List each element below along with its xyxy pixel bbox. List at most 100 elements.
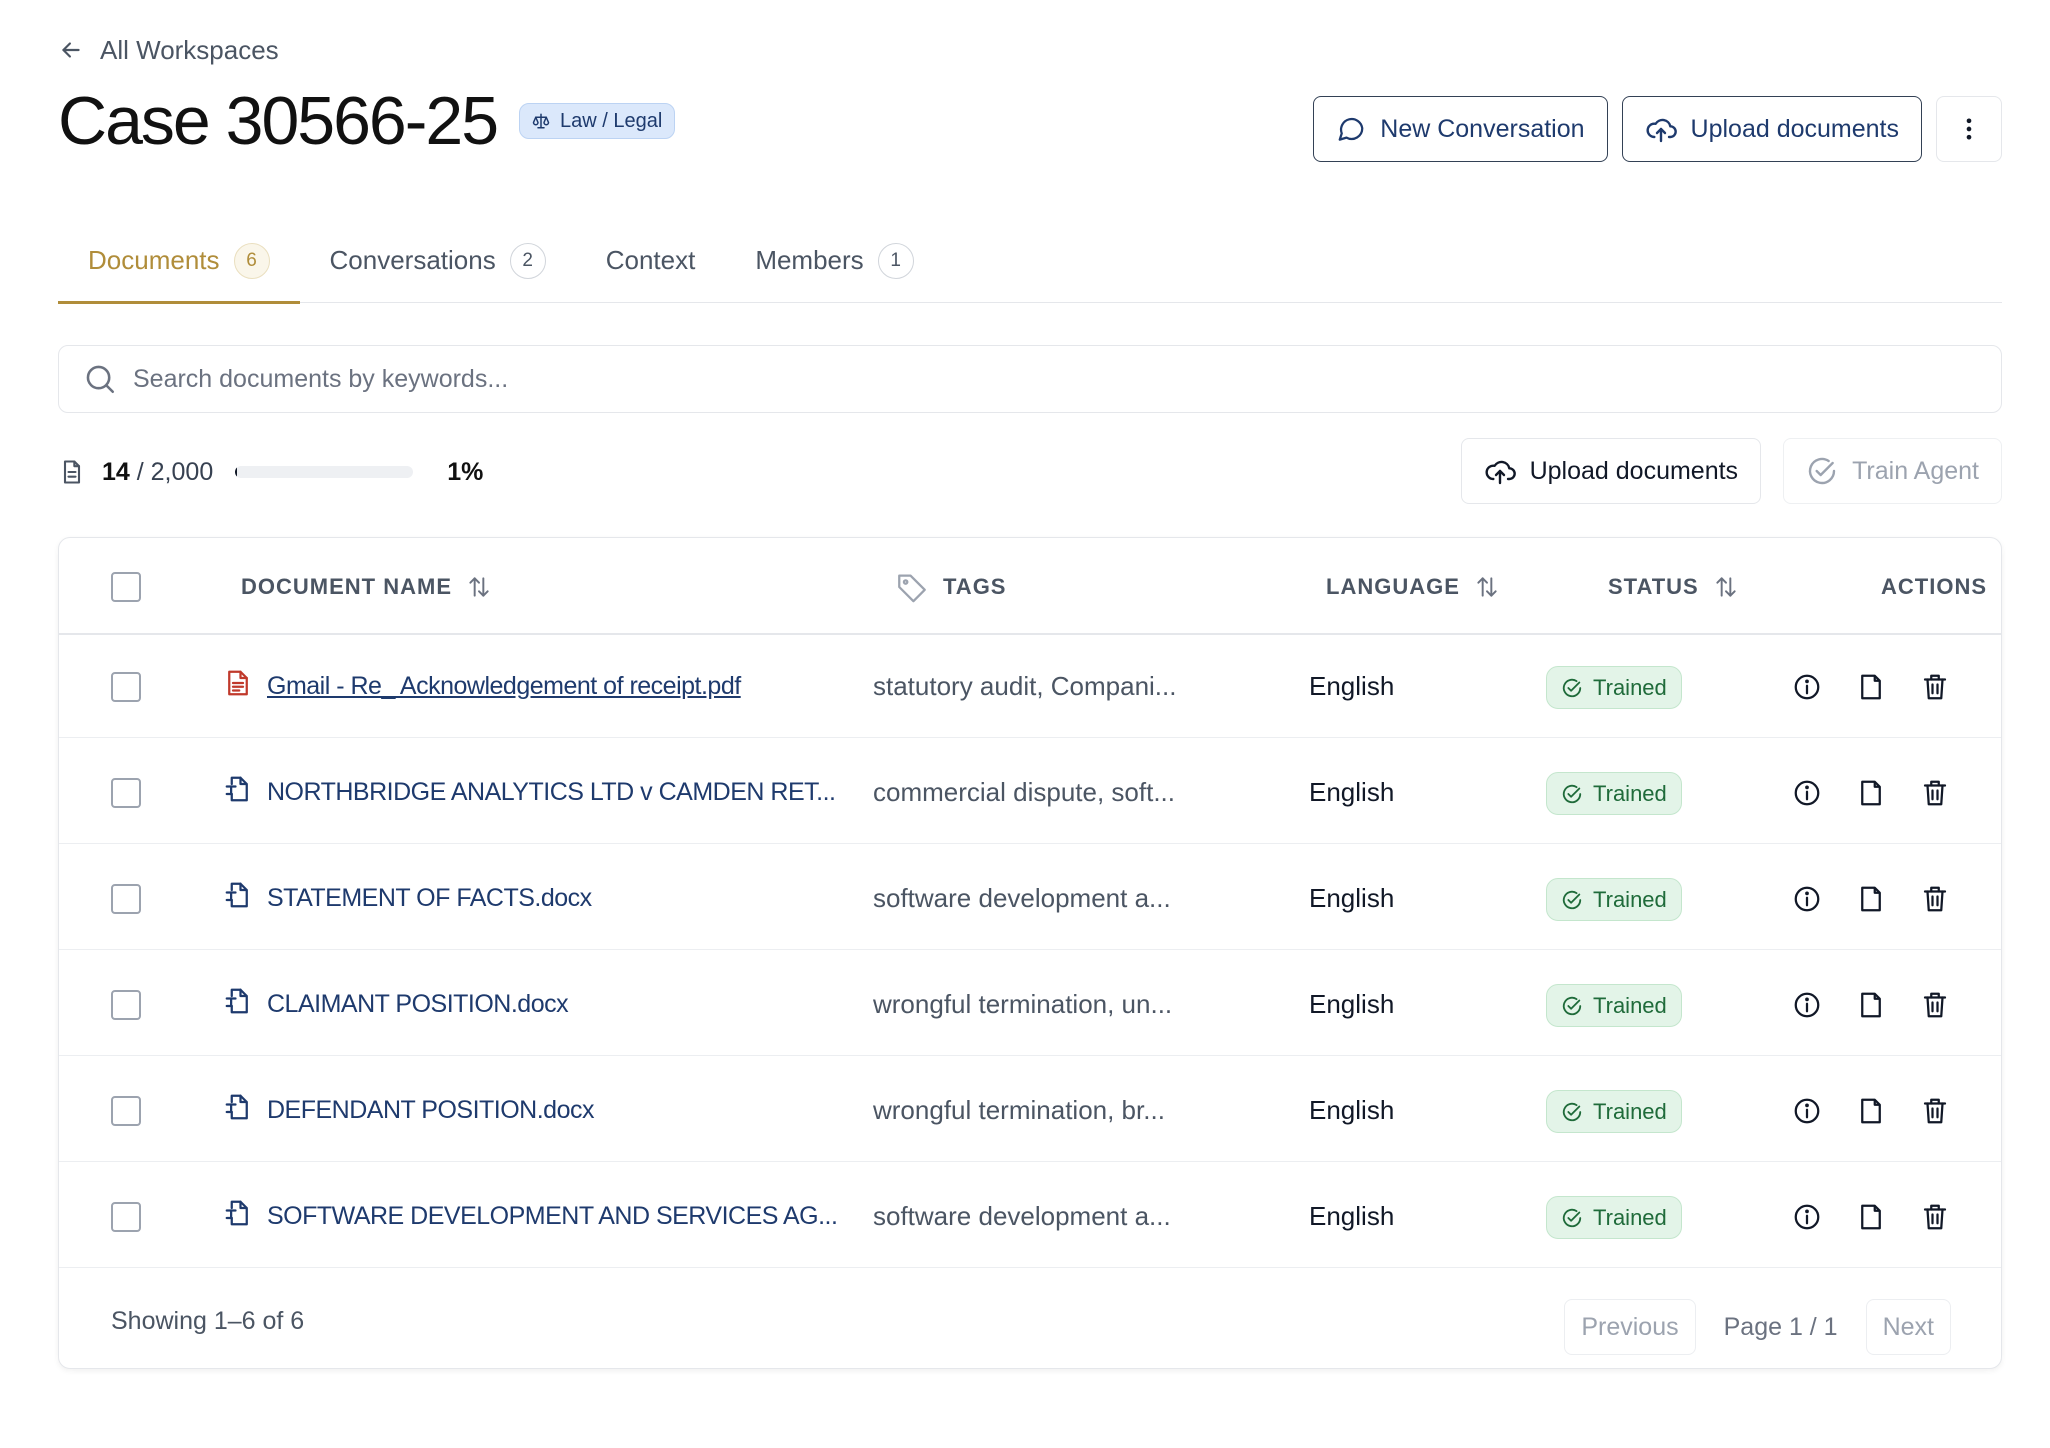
row-actions: [1792, 953, 1950, 1056]
row-actions: [1792, 1165, 1950, 1268]
column-label: LANGUAGE: [1326, 573, 1460, 599]
document-name-link[interactable]: STATEMENT OF FACTS.docx: [223, 847, 592, 950]
document-delete-button[interactable]: [1920, 672, 1950, 702]
file-icon: [1861, 1204, 1881, 1229]
document-name-link[interactable]: DEFENDANT POSITION.docx: [223, 1059, 595, 1162]
tab-members[interactable]: Members 1: [725, 218, 943, 303]
showing-count: Showing 1–6 of 6: [111, 1307, 305, 1335]
document-view-button[interactable]: [1856, 1202, 1886, 1232]
sort-icon: [1477, 576, 1497, 597]
table-row: NORTHBRIDGE ANALYTICS LTD v CAMDEN RET..…: [59, 741, 2001, 844]
check-circle-icon: [1562, 1208, 1582, 1227]
more-options-button[interactable]: [1936, 96, 2002, 162]
row-checkbox[interactable]: [111, 1202, 141, 1232]
sort-icon: [469, 576, 489, 597]
document-name: SOFTWARE DEVELOPMENT AND SERVICES AG...: [267, 1202, 838, 1230]
info-icon: [1794, 886, 1820, 911]
column-header-language[interactable]: LANGUAGE: [1326, 538, 1500, 635]
document-info-button[interactable]: [1792, 1096, 1822, 1126]
document-name-link[interactable]: Gmail - Re_ Acknowledgement of receipt.p…: [223, 635, 741, 738]
check-circle-icon: [1808, 457, 1836, 485]
document-name-link[interactable]: CLAIMANT POSITION.docx: [223, 953, 569, 1056]
document-tags: statutory audit, Compani...: [873, 671, 1177, 701]
document-delete-button[interactable]: [1920, 990, 1950, 1020]
select-all-cell: [111, 538, 141, 635]
document-language: English: [1309, 777, 1395, 807]
document-icon: [63, 460, 81, 484]
tab-label: Conversations: [329, 245, 496, 275]
trash-icon: [1923, 886, 1947, 911]
column-label: ACTIONS: [1881, 573, 1987, 599]
document-delete-button[interactable]: [1920, 778, 1950, 808]
document-language: English: [1309, 1095, 1395, 1125]
document-info-button[interactable]: [1792, 884, 1822, 914]
tab-documents[interactable]: Documents 6: [58, 218, 300, 304]
trash-icon: [1923, 1098, 1947, 1123]
document-info-button[interactable]: [1792, 778, 1822, 808]
check-circle-icon: [1562, 1102, 1582, 1121]
check-circle-icon: [1562, 996, 1582, 1015]
document-usage: 14 / 2,000 1%: [58, 450, 483, 494]
document-name-link[interactable]: NORTHBRIDGE ANALYTICS LTD v CAMDEN RET..…: [223, 741, 836, 844]
row-actions: [1792, 635, 1950, 738]
tab-label: Members: [755, 245, 864, 275]
document-view-button[interactable]: [1856, 990, 1886, 1020]
tab-conversations[interactable]: Conversations 2: [300, 218, 576, 303]
cloud-upload-icon: [1485, 460, 1516, 485]
row-actions: [1792, 847, 1950, 950]
new-conversation-button[interactable]: New Conversation: [1313, 96, 1608, 162]
document-info-button[interactable]: [1792, 672, 1822, 702]
document-info-button[interactable]: [1792, 990, 1822, 1020]
tab-context[interactable]: Context: [576, 218, 726, 303]
documents-table: DOCUMENT NAME TAGS LANGUAGE STATUS ACTIO…: [58, 537, 2002, 1369]
next-page-button[interactable]: Next: [1865, 1299, 1951, 1355]
document-delete-button[interactable]: [1920, 884, 1950, 914]
document-view-button[interactable]: [1856, 672, 1886, 702]
upload-documents-button[interactable]: Upload documents: [1460, 438, 1762, 504]
table-row: CLAIMANT POSITION.docx wrongful terminat…: [59, 953, 2001, 1056]
header-upload-documents-button[interactable]: Upload documents: [1621, 96, 1922, 162]
document-info-button[interactable]: [1792, 1202, 1822, 1232]
table-row: DEFENDANT POSITION.docx wrongful termina…: [59, 1059, 2001, 1162]
document-language: English: [1309, 989, 1395, 1019]
category-badge: Law / Legal: [519, 103, 676, 139]
status-label: Trained: [1593, 1098, 1667, 1124]
row-checkbox[interactable]: [111, 672, 141, 702]
search-input[interactable]: [133, 364, 2001, 394]
header-upload-label: Upload documents: [1690, 114, 1899, 143]
row-checkbox[interactable]: [111, 1096, 141, 1126]
row-checkbox[interactable]: [111, 990, 141, 1020]
row-checkbox[interactable]: [111, 884, 141, 914]
file-icon: [1861, 886, 1881, 911]
tab-count-badge: 1: [877, 242, 914, 279]
column-header-status[interactable]: STATUS: [1608, 538, 1739, 635]
row-checkbox[interactable]: [111, 778, 141, 808]
file-icon: [1861, 1098, 1881, 1123]
table-row: SOFTWARE DEVELOPMENT AND SERVICES AG... …: [59, 1165, 2001, 1268]
document-view-button[interactable]: [1856, 778, 1886, 808]
train-agent-button[interactable]: Train Agent: [1783, 438, 2002, 504]
document-view-button[interactable]: [1856, 884, 1886, 914]
status-badge: Trained: [1546, 1196, 1682, 1239]
info-icon: [1794, 780, 1820, 805]
file-icon: [1861, 780, 1881, 805]
document-name: Gmail - Re_ Acknowledgement of receipt.p…: [267, 672, 741, 700]
kebab-menu-icon: [1966, 118, 1972, 140]
column-header-name[interactable]: DOCUMENT NAME: [241, 538, 492, 635]
row-actions: [1792, 741, 1950, 844]
column-label: STATUS: [1608, 573, 1699, 599]
trash-icon: [1923, 992, 1947, 1017]
header-actions: New Conversation Upload documents: [1313, 96, 2002, 162]
table-footer: Showing 1–6 of 6 Previous Page 1 / 1 Nex…: [59, 1273, 2001, 1370]
table-row: Gmail - Re_ Acknowledgement of receipt.p…: [59, 635, 2001, 738]
document-delete-button[interactable]: [1920, 1096, 1950, 1126]
back-to-workspaces-link[interactable]: All Workspaces: [58, 32, 279, 68]
check-circle-icon: [1562, 890, 1582, 909]
usage-used: 14: [102, 457, 130, 486]
status-badge: Trained: [1546, 984, 1682, 1027]
document-delete-button[interactable]: [1920, 1202, 1950, 1232]
document-name-link[interactable]: SOFTWARE DEVELOPMENT AND SERVICES AG...: [223, 1165, 838, 1268]
select-all-checkbox[interactable]: [111, 571, 141, 602]
document-view-button[interactable]: [1856, 1096, 1886, 1126]
previous-page-button[interactable]: Previous: [1564, 1299, 1696, 1355]
